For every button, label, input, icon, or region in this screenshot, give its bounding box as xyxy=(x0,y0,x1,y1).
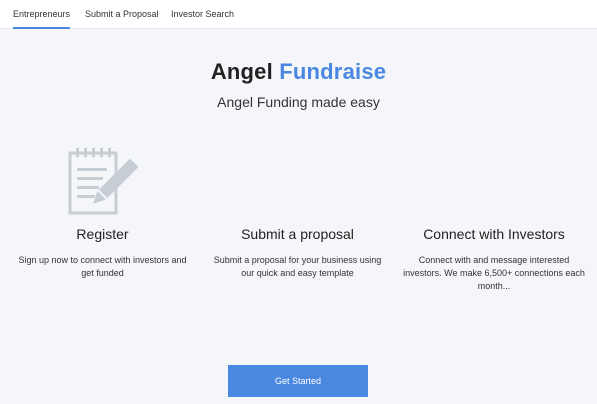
tab-submit-a-proposal[interactable]: Submit a Proposal xyxy=(85,0,159,29)
feature-connect-investors: Connect with Investors Connect with and … xyxy=(402,226,586,293)
page-subtitle: Angel Funding made easy xyxy=(217,94,380,110)
feature-register: Register Sign up now to connect with inv… xyxy=(12,226,193,280)
document-pencil-icon xyxy=(68,148,139,215)
top-navigation: Entrepreneurs Submit a Proposal Investor… xyxy=(0,0,597,29)
feature-title: Submit a proposal xyxy=(241,226,354,242)
title-accent: Fundraise xyxy=(279,59,387,84)
feature-title: Register xyxy=(76,226,129,242)
feature-title: Connect with Investors xyxy=(423,226,565,242)
title-main: Angel xyxy=(210,59,273,84)
feature-text: Submit a proposal for your business usin… xyxy=(213,255,382,278)
feature-text: Sign up now to connect with investors an… xyxy=(18,255,187,278)
tab-investor-search[interactable]: Investor Search xyxy=(171,0,234,29)
feature-submit-proposal: Submit a proposal Submit a proposal for … xyxy=(208,226,387,280)
feature-text: Connect with and message interested inve… xyxy=(403,255,585,291)
tab-entrepreneurs[interactable]: Entrepreneurs xyxy=(13,0,71,29)
page-title: Angel Fundraise xyxy=(0,59,597,85)
get-started-button[interactable]: Get Started xyxy=(228,365,368,397)
